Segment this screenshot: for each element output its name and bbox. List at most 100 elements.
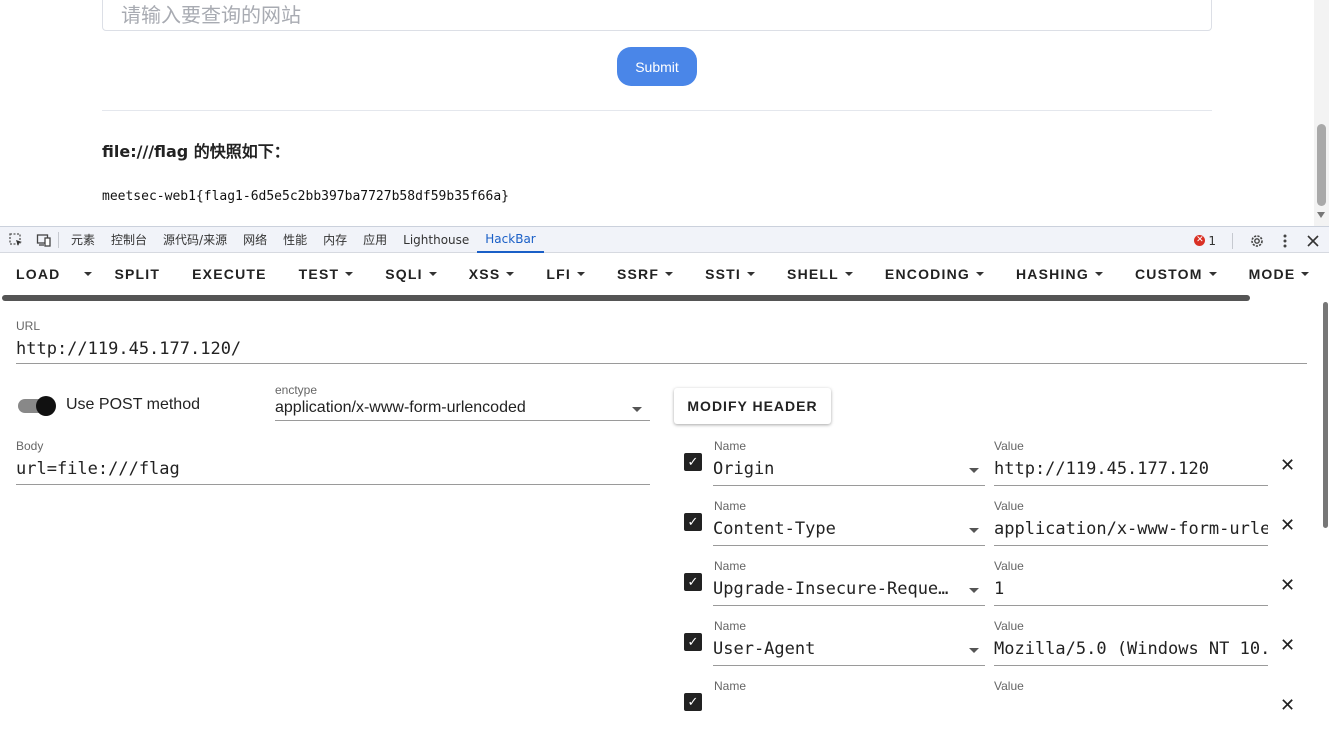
custom-menu-button[interactable]: CUSTOM (1119, 254, 1233, 294)
device-toolbar-icon[interactable] (36, 232, 52, 248)
delete-header-close-icon[interactable]: ✕ (1280, 695, 1295, 716)
chevron-down-icon[interactable] (969, 648, 979, 653)
error-count-badge[interactable]: ✕ 1 (1194, 234, 1216, 248)
settings-gear-icon[interactable] (1249, 233, 1265, 249)
shell-menu-button[interactable]: SHELL (771, 254, 869, 294)
divider (102, 110, 1212, 111)
scroll-down-arrow-icon[interactable] (1317, 212, 1325, 218)
header-value-field[interactable]: application/x-www-form-urlen (994, 519, 1268, 539)
lfi-menu-button[interactable]: LFI (530, 254, 601, 294)
chevron-down-icon[interactable] (969, 588, 979, 593)
header-name-field[interactable]: User-Agent (713, 639, 951, 659)
header-value-field[interactable]: 1 (994, 579, 1268, 599)
delete-header-close-icon[interactable]: ✕ (1280, 515, 1295, 536)
url-field-underline (16, 363, 1307, 364)
encoding-menu-button[interactable]: ENCODING (869, 254, 1000, 294)
header-value-underline (994, 545, 1268, 546)
chevron-down-icon (576, 272, 585, 276)
delete-header-close-icon[interactable]: ✕ (1280, 575, 1295, 596)
menu-label: SQLI (385, 266, 423, 282)
hackbar-panel: URL http://119.45.177.120/ Use POST meth… (0, 302, 1329, 716)
url-field[interactable]: http://119.45.177.120/ (16, 339, 1306, 359)
chevron-down-icon (975, 272, 984, 276)
header-enabled-checkbox[interactable]: ✓ (684, 633, 702, 651)
test-menu-button[interactable]: TEST (283, 254, 370, 294)
xss-menu-button[interactable]: XSS (453, 254, 531, 294)
chevron-down-icon[interactable] (632, 407, 642, 412)
more-options-icon[interactable] (1277, 233, 1293, 249)
tab-application[interactable]: 应用 (355, 226, 395, 253)
header-name-field[interactable]: Upgrade-Insecure-Reques… (713, 579, 951, 599)
modify-header-button[interactable]: MODIFY HEADER (674, 388, 831, 424)
header-name-field[interactable]: Origin (713, 459, 951, 479)
header-value-label: Value (994, 499, 1024, 513)
tab-console[interactable]: 控制台 (103, 226, 155, 253)
header-name-label: Name (714, 439, 747, 453)
split-button[interactable]: SPLIT (98, 254, 176, 294)
tab-network[interactable]: 网络 (235, 226, 275, 253)
header-name-underline (713, 665, 985, 666)
tab-sources[interactable]: 源代码/来源 (155, 226, 235, 253)
header-enabled-checkbox[interactable]: ✓ (684, 513, 702, 531)
hackbar-scrollbar-thumb[interactable] (1323, 302, 1328, 528)
header-enabled-checkbox[interactable]: ✓ (684, 453, 702, 471)
chevron-down-icon (747, 272, 756, 276)
close-devtools-icon[interactable] (1305, 233, 1321, 249)
body-field[interactable]: url=file:///flag (16, 459, 646, 479)
header-value-underline (994, 605, 1268, 606)
execute-button[interactable]: EXECUTE (176, 254, 283, 294)
header-value-field[interactable]: Mozilla/5.0 (Windows NT 10.0 (994, 639, 1268, 659)
tab-performance[interactable]: 性能 (275, 226, 315, 253)
submit-button[interactable]: Submit (617, 47, 697, 86)
sqli-menu-button[interactable]: SQLI (369, 254, 452, 294)
header-enabled-checkbox[interactable]: ✓ (684, 573, 702, 591)
menu-label: SHELL (787, 266, 839, 282)
post-method-label: Use POST method (66, 396, 200, 413)
hashing-menu-button[interactable]: HASHING (1000, 254, 1119, 294)
website-url-input[interactable]: 请输入要查询的网站 (102, 0, 1212, 31)
tab-lighthouse[interactable]: Lighthouse (395, 226, 477, 253)
tab-memory[interactable]: 内存 (315, 226, 355, 253)
chevron-down-icon[interactable] (969, 468, 979, 473)
toggle-knob (36, 396, 56, 416)
mode-menu-button[interactable]: MODE (1233, 254, 1326, 294)
body-label: Body (16, 439, 44, 453)
divider (58, 231, 59, 248)
ssrf-menu-button[interactable]: SSRF (601, 254, 689, 294)
inspect-element-icon[interactable] (8, 232, 24, 248)
more-menu-button[interactable]: T (1325, 254, 1329, 294)
load-dropdown-button[interactable] (74, 254, 98, 294)
snapshot-title: file:///flag 的快照如下： (102, 142, 290, 161)
menu-label: HASHING (1015, 266, 1089, 282)
page-scrollbar[interactable] (1314, 0, 1329, 226)
toolbar-horizontal-scrollbar[interactable] (2, 295, 1250, 301)
menu-label: SSTI (705, 266, 742, 282)
header-value-underline (994, 485, 1268, 486)
menu-label: XSS (468, 266, 501, 282)
header-value-field[interactable]: http://119.45.177.120 (994, 459, 1268, 479)
menu-label: ENCODING (884, 266, 970, 282)
header-name-underline (713, 545, 985, 546)
delete-header-close-icon[interactable]: ✕ (1280, 635, 1295, 656)
delete-header-close-icon[interactable]: ✕ (1280, 455, 1295, 476)
hackbar-toolbar: LOAD SPLIT EXECUTE TEST SQLI XSS LFI SSR… (0, 254, 1329, 294)
chevron-down-icon (1208, 272, 1217, 276)
chevron-down-icon (1301, 272, 1310, 276)
tab-hackbar[interactable]: HackBar (477, 226, 544, 253)
page-scrollbar-thumb[interactable] (1317, 124, 1326, 206)
ssti-menu-button[interactable]: SSTI (689, 254, 771, 294)
header-name-label: Name (714, 619, 747, 633)
header-enabled-checkbox[interactable]: ✓ (684, 693, 702, 711)
header-name-field[interactable]: Content-Type (713, 519, 951, 539)
post-method-toggle[interactable] (18, 396, 56, 416)
hackbar-vertical-scrollbar[interactable] (1322, 302, 1329, 702)
chevron-down-icon[interactable] (969, 528, 979, 533)
chevron-down-icon (844, 272, 853, 276)
tab-elements[interactable]: 元素 (63, 226, 103, 253)
enctype-underline (275, 420, 650, 421)
menu-label: MODE (1248, 266, 1296, 282)
enctype-select[interactable]: application/x-www-form-urlencoded (275, 399, 526, 417)
load-button[interactable]: LOAD (0, 254, 74, 294)
url-label: URL (16, 319, 41, 333)
chevron-down-icon (506, 272, 515, 276)
